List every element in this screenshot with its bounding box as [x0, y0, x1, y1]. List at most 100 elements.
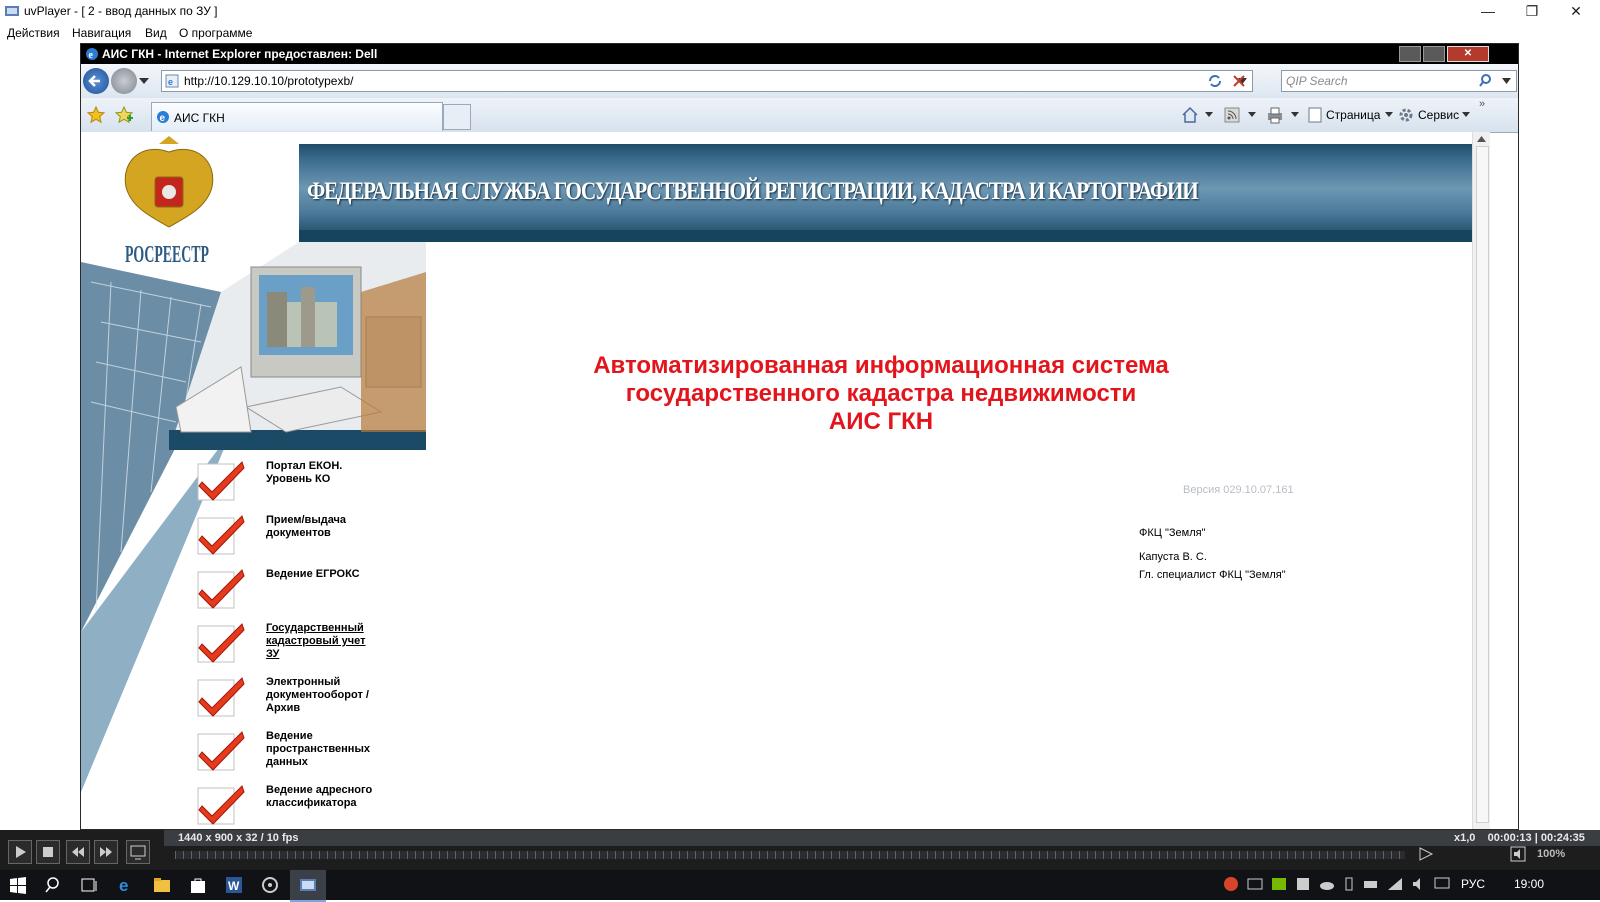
- menu-item[interactable]: Электронный документооборот / Архив: [196, 676, 396, 726]
- author-name: Капуста В. С.: [1139, 551, 1207, 563]
- gear-icon: [1399, 108, 1413, 122]
- toolbar-overflow-icon[interactable]: »: [1479, 98, 1485, 110]
- ie-close-button[interactable]: ✕: [1447, 46, 1489, 62]
- play-button[interactable]: [8, 840, 32, 864]
- url-field[interactable]: e http://10.129.10.10/prototypexb/: [161, 70, 1253, 92]
- menu-item[interactable]: Ведение ЕГРОКС: [196, 568, 396, 618]
- forward-playback-button[interactable]: [94, 840, 118, 864]
- scroll-up-icon[interactable]: [1477, 136, 1486, 142]
- rewind-button[interactable]: [66, 840, 90, 864]
- antivirus-tray-icon[interactable]: [1222, 875, 1242, 895]
- uvplayer-taskbar-button[interactable]: [290, 870, 326, 902]
- print-dropdown-icon[interactable]: [1291, 112, 1299, 117]
- feeds-icon[interactable]: [1223, 106, 1241, 124]
- search-dropdown-icon[interactable]: [1502, 78, 1511, 84]
- menu-item[interactable]: Государственный кадастровый учет ЗУ: [196, 622, 396, 672]
- home-icon[interactable]: [1181, 106, 1199, 124]
- add-favorite-icon[interactable]: [115, 106, 133, 124]
- menu-item-label[interactable]: Электронный документооборот / Архив: [266, 676, 426, 715]
- menu-item[interactable]: Ведение адресного классификатора: [196, 784, 396, 829]
- player-video-info: 1440 x 900 x 32 / 10 fps: [178, 832, 299, 844]
- vertical-scrollbar[interactable]: [1472, 132, 1490, 829]
- nvidia-tray-icon[interactable]: [1270, 875, 1290, 895]
- search-field[interactable]: QIP Search: [1281, 70, 1517, 92]
- menu-navigation[interactable]: Навигация: [72, 26, 131, 40]
- maximize-button[interactable]: ❐: [1510, 0, 1554, 24]
- page-dropdown-icon[interactable]: [1385, 112, 1393, 117]
- menu-item[interactable]: Прием/выдача документов: [196, 514, 396, 564]
- ie-restore-button[interactable]: [1423, 46, 1445, 62]
- word-icon[interactable]: W: [224, 875, 244, 895]
- forward-button[interactable]: [111, 68, 137, 94]
- search-icon[interactable]: [1478, 73, 1492, 87]
- notifications-tray-icon[interactable]: [1433, 875, 1453, 895]
- app-tray-icon[interactable]: [1294, 875, 1314, 895]
- speaker-tray-icon[interactable]: [1410, 875, 1430, 895]
- menu-item-label[interactable]: Ведение пространственных данных: [266, 730, 426, 769]
- search-taskbar-icon[interactable]: [44, 875, 64, 895]
- menu-item[interactable]: Портал ЕКОН. Уровень КО: [196, 460, 396, 510]
- player-time: x1,0 00:00:13 | 00:24:35: [1454, 832, 1585, 844]
- fullscreen-button[interactable]: [126, 840, 150, 864]
- ie-tabbar: e АИС ГКН Страница Сервис »: [81, 98, 1518, 133]
- menu-actions[interactable]: Действия: [7, 26, 60, 40]
- home-dropdown-icon[interactable]: [1205, 112, 1213, 117]
- refresh-button[interactable]: [1204, 70, 1226, 92]
- print-icon[interactable]: [1266, 106, 1284, 124]
- stop-icon: [1233, 75, 1245, 87]
- service-menu[interactable]: Сервис: [1418, 108, 1459, 122]
- author-role: Гл. специалист ФКЦ "Земля": [1139, 569, 1286, 581]
- back-button[interactable]: [83, 68, 109, 94]
- feeds-dropdown-icon[interactable]: [1248, 112, 1256, 117]
- volume-level: 100%: [1537, 848, 1566, 860]
- org-label: ФКЦ "Земля": [1139, 527, 1206, 539]
- new-tab-button[interactable]: [443, 104, 471, 130]
- tab-ais-gkn[interactable]: e АИС ГКН: [151, 102, 443, 131]
- language-indicator[interactable]: РУС: [1461, 877, 1485, 891]
- menu-item-label[interactable]: Государственный кадастровый учет ЗУ: [266, 622, 426, 661]
- menu-item[interactable]: Ведение пространственных данных: [196, 730, 396, 780]
- edge-icon[interactable]: e: [116, 875, 136, 895]
- wifi-tray-icon[interactable]: [1386, 875, 1406, 895]
- checkmark-icon: [197, 461, 245, 501]
- play-icon: [16, 846, 26, 858]
- checkmark-icon: [197, 623, 245, 663]
- svg-text:W: W: [228, 879, 240, 893]
- network-device-tray-icon[interactable]: [1246, 875, 1266, 895]
- menu-about[interactable]: О программе: [179, 26, 252, 40]
- store-icon[interactable]: [188, 875, 208, 895]
- close-button[interactable]: ✕: [1554, 0, 1598, 24]
- minimize-button[interactable]: —: [1466, 0, 1510, 24]
- web-page: ФЕДЕРАЛЬНАЯ СЛУЖБА ГОСУДАРСТВЕННОЙ РЕГИС…: [81, 132, 1472, 829]
- stop-playback-button[interactable]: [36, 840, 60, 864]
- cloud-tray-icon[interactable]: [1318, 875, 1338, 895]
- battery-tray-icon[interactable]: [1362, 875, 1382, 895]
- player-info-bar: 1440 x 900 x 32 / 10 fps x1,0 00:00:13 |…: [164, 830, 1600, 846]
- clock[interactable]: 19:00: [1514, 877, 1544, 891]
- player-app-icon: [5, 6, 19, 16]
- usb-tray-icon[interactable]: [1340, 875, 1360, 895]
- windows-start-icon[interactable]: [8, 875, 28, 895]
- timeline-slider[interactable]: [175, 851, 1405, 859]
- file-explorer-icon[interactable]: [152, 875, 172, 895]
- service-dropdown-icon[interactable]: [1462, 112, 1470, 117]
- back-arrow-icon: [88, 75, 100, 87]
- media-app-icon[interactable]: [260, 875, 280, 895]
- page-menu[interactable]: Страница: [1326, 108, 1380, 122]
- menu-item-label[interactable]: Прием/выдача документов: [266, 514, 426, 540]
- menu-item-label[interactable]: Ведение адресного классификатора: [266, 784, 426, 810]
- playhead-icon[interactable]: [1418, 847, 1434, 861]
- favorites-star-icon[interactable]: [87, 106, 105, 124]
- stop-button[interactable]: [1228, 70, 1250, 92]
- history-dropdown-icon[interactable]: [139, 78, 149, 84]
- scroll-thumb[interactable]: [1476, 146, 1489, 823]
- ie-window: e АИС ГКН - Internet Explorer предоставл…: [80, 43, 1519, 830]
- menu-view[interactable]: Вид: [145, 26, 167, 40]
- svg-text:e: e: [119, 876, 128, 895]
- menu-item-label[interactable]: Ведение ЕГРОКС: [266, 568, 426, 581]
- task-view-icon[interactable]: [80, 875, 100, 895]
- menu-item-label[interactable]: Портал ЕКОН. Уровень КО: [266, 460, 426, 486]
- volume-icon[interactable]: [1510, 846, 1526, 862]
- header-title: ФЕДЕРАЛЬНАЯ СЛУЖБА ГОСУДАРСТВЕННОЙ РЕГИС…: [307, 178, 1199, 205]
- ie-minimize-button[interactable]: [1399, 46, 1421, 62]
